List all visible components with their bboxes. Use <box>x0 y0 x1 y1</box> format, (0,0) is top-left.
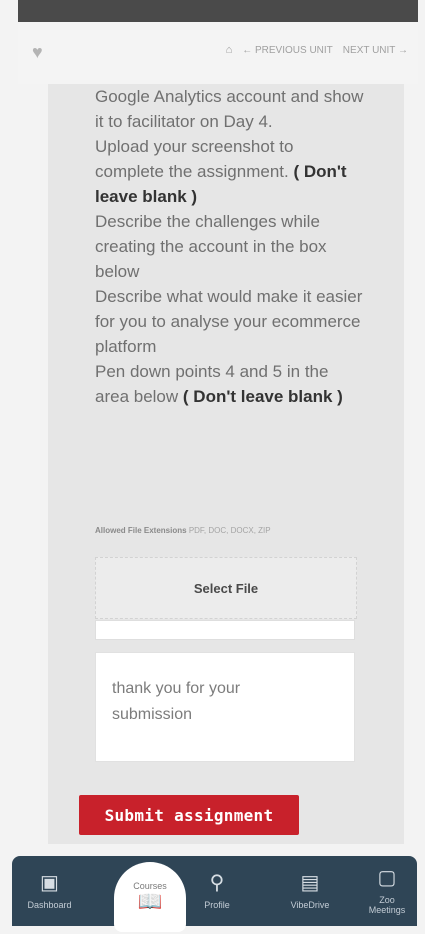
select-file-label: Select File <box>193 580 259 596</box>
allowed-extensions-label: Allowed File Extensions <box>95 526 187 535</box>
answer-text: thank you for your submission <box>112 680 241 723</box>
nav-courses-label: Courses <box>133 881 167 891</box>
book-icon: 📖 <box>137 891 163 913</box>
logo: ♥ <box>32 42 142 62</box>
instruction-line: Google Analytics account and show it to … <box>95 87 364 131</box>
allowed-extensions: Allowed File Extensions PDF, DOC, DOCX, … <box>95 526 365 540</box>
nav-vibedrive[interactable]: ▤ VibeDrive <box>270 856 350 926</box>
home-icon[interactable]: ⌂ <box>226 44 233 56</box>
instruction-line: Describe what would make it easier for y… <box>95 287 363 356</box>
previous-unit-link[interactable]: ← PREVIOUS UNIT <box>242 45 333 56</box>
instruction-line: Describe the challenges while creating t… <box>95 212 327 281</box>
bottom-navigation: ▣ Dashboard ⚲ Profile ▤ VibeDrive ▢ Zoo … <box>12 856 417 926</box>
nav-meetings-label: Meetings <box>368 905 406 915</box>
select-file-button[interactable]: Select File <box>95 557 357 619</box>
status-bar <box>18 0 418 22</box>
nav-dashboard-label: Dashboard <box>27 900 72 910</box>
submit-assignment-button[interactable]: Submit assignment <box>79 795 299 835</box>
top-header: ♥ ⌂ ← PREVIOUS UNIT NEXT UNIT → <box>18 22 418 84</box>
nav-courses[interactable]: Courses 📖 <box>114 862 186 932</box>
drive-icon: ▤ <box>300 872 320 894</box>
assignment-instructions: Google Analytics account and show it to … <box>95 84 365 409</box>
instruction-emphasis: ( Don't leave blank ) <box>182 387 343 406</box>
nav-vibedrive-label: VibeDrive <box>290 900 330 910</box>
allowed-extensions-list: PDF, DOC, DOCX, ZIP <box>188 526 271 535</box>
nav-dashboard[interactable]: ▣ Dashboard <box>12 856 87 926</box>
logo-icon: ♥ <box>32 42 43 62</box>
user-icon: ⚲ <box>209 872 225 894</box>
nav-meetings-badge: Zoo <box>379 895 395 905</box>
file-name-field[interactable] <box>95 620 355 640</box>
chip-icon: ▣ <box>40 872 59 894</box>
video-camera-icon: ▢ <box>377 867 397 889</box>
nav-meetings[interactable]: ▢ Zoo Meetings <box>357 856 417 926</box>
nav-profile-label: Profile <box>204 900 230 910</box>
nav-profile[interactable]: ⚲ Profile <box>192 856 242 926</box>
instruction-line: Upload your screenshot to complete the a… <box>95 137 294 181</box>
unit-navigation: ⌂ ← PREVIOUS UNIT NEXT UNIT → <box>226 44 408 56</box>
next-unit-link[interactable]: NEXT UNIT → <box>343 45 408 56</box>
submit-label: Submit assignment <box>104 805 274 825</box>
